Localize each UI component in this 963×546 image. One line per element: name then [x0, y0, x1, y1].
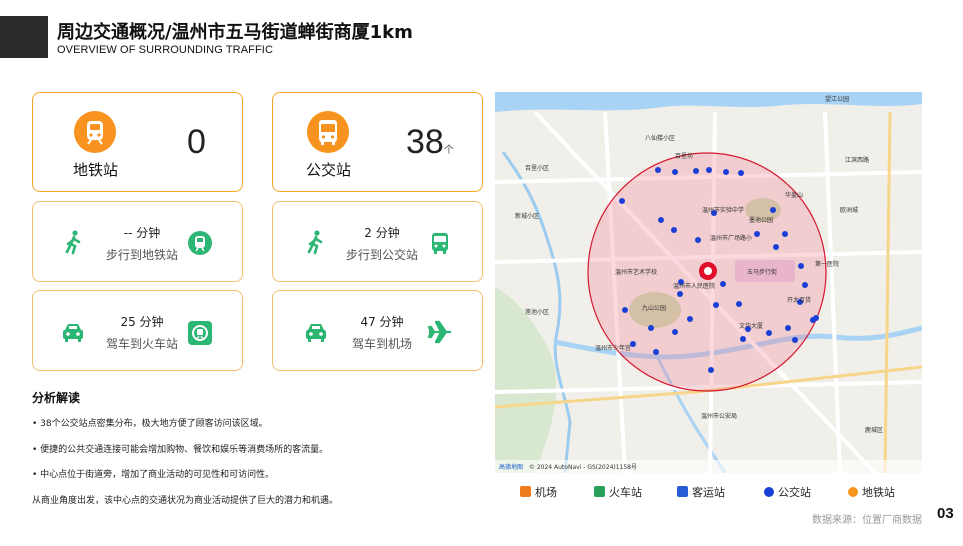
- page-number: 03: [937, 505, 954, 522]
- svg-text:江滨西路: 江滨西路: [845, 156, 869, 164]
- legend-label: 客运站: [692, 486, 725, 499]
- header-accent-block: [0, 16, 48, 58]
- map-view[interactable]: 八仙楼小区 百里坊 温州市实验中学 墨池公园 温州市广场路小 五马步行街 九山公…: [495, 92, 922, 473]
- map-logo-text: 高德地图: [499, 464, 524, 471]
- analysis-conclusion: 从商业角度出发，该中心点的交通状况为商业活动提供了巨大的潜力和机遇。: [32, 496, 339, 506]
- metro-icon: [74, 111, 116, 153]
- svg-text:欧洲城: 欧洲城: [840, 206, 858, 214]
- svg-text:第一医院: 第一医院: [815, 260, 839, 268]
- analysis-bullet: • 中心点位于街道旁，增加了商业活动的可见性和可访问性。: [32, 470, 275, 480]
- center-pin-marker: [699, 262, 717, 280]
- legend-bus-stop: 公交站: [764, 484, 811, 500]
- plane-icon: [427, 319, 453, 345]
- slide-page: 周边交通概况/温州市五马街道蝉街商厦1km OVERVIEW OF SURROU…: [0, 0, 963, 546]
- river-water: [495, 92, 922, 112]
- metro-icon: [187, 230, 213, 256]
- svg-text:温州市艺术学校: 温州市艺术学校: [615, 268, 657, 276]
- bus-count-wrap: 38个: [406, 123, 454, 162]
- bus-stop-dot-icon: [764, 487, 774, 497]
- coach-station-icon: [677, 486, 688, 497]
- svg-text:开太百货: 开太百货: [787, 296, 811, 304]
- bus-count: 38: [406, 123, 444, 161]
- svg-text:莲池小区: 莲池小区: [525, 308, 549, 316]
- walk-metro-card: -- 分钟 步行到地铁站: [32, 201, 243, 282]
- legend-label: 火车站: [609, 486, 642, 499]
- map-canvas: 八仙楼小区 百里坊 温州市实验中学 墨池公园 温州市广场路小 五马步行街 九山公…: [495, 92, 922, 473]
- svg-text:望江公园: 望江公园: [825, 95, 849, 103]
- bus-label: 公交站: [306, 161, 352, 179]
- svg-text:华盖山: 华盖山: [785, 191, 803, 199]
- train-station-icon: [594, 486, 605, 497]
- map-attribution: © 2024 AutoNavi - GS(2024)1158号: [528, 464, 637, 471]
- bus-icon: [427, 230, 453, 256]
- analysis-bullet: • 38个公交站点密集分布，极大地方便了顾客访问该区域。: [32, 419, 268, 429]
- drive-airport-card: 47 分钟 驾车到机场: [272, 290, 483, 371]
- analysis-bullet: • 便捷的公共交通连接可能会增加购物、餐饮和娱乐等消费场所的客流量。: [32, 445, 329, 455]
- legend-label: 公交站: [778, 486, 811, 499]
- analysis-title: 分析解读: [32, 391, 81, 405]
- page-title: 周边交通概况/温州市五马街道蝉街商厦1km: [57, 22, 413, 43]
- legend-airport: 机场: [520, 484, 557, 500]
- bus-icon: [307, 111, 349, 153]
- metro-station-dot-icon: [848, 487, 858, 497]
- svg-text:温州市公安局: 温州市公安局: [701, 412, 737, 420]
- svg-text:鹿城区: 鹿城区: [865, 426, 883, 434]
- metro-count: 0: [187, 123, 206, 161]
- svg-text:九山公园: 九山公园: [642, 304, 666, 312]
- map-logo: 高德地图 © 2024 AutoNavi - GS(2024)1158号: [499, 462, 637, 471]
- walk-bus-card: 2 分钟 步行到公交站: [272, 201, 483, 282]
- svg-text:温州市实验中学: 温州市实验中学: [702, 206, 744, 214]
- drive-train-card: 25 分钟 驾车到火车站: [32, 290, 243, 371]
- bus-count-unit: 个: [443, 145, 454, 156]
- svg-text:五马步行街: 五马步行街: [747, 268, 777, 276]
- svg-text:温州市广场路小: 温州市广场路小: [710, 234, 752, 242]
- metro-label: 地铁站: [73, 161, 119, 179]
- legend-train-station: 火车站: [594, 484, 642, 500]
- svg-text:文华大厦: 文华大厦: [739, 322, 763, 330]
- legend-label: 地铁站: [862, 486, 895, 499]
- legend-label: 机场: [535, 486, 557, 499]
- train-icon: [187, 320, 213, 346]
- bus-summary-card: 公交站 38个: [272, 92, 483, 192]
- svg-text:八仙楼小区: 八仙楼小区: [645, 134, 675, 142]
- airport-icon: [520, 486, 531, 497]
- legend-metro-station: 地铁站: [848, 484, 895, 500]
- svg-text:百里小区: 百里小区: [525, 164, 549, 172]
- svg-text:墨池公园: 墨池公园: [749, 216, 773, 224]
- page-subtitle: OVERVIEW OF SURROUNDING TRAFFIC: [57, 44, 273, 56]
- svg-text:温州市人民医院: 温州市人民医院: [673, 282, 715, 290]
- svg-text:温州市少年宫: 温州市少年宫: [595, 344, 631, 352]
- svg-text:新城小区: 新城小区: [515, 212, 539, 220]
- legend-coach-station: 客运站: [677, 484, 725, 500]
- data-source: 数据来源：位置厂商数据: [812, 515, 922, 526]
- metro-summary-card: 地铁站 0: [32, 92, 243, 192]
- svg-text:百里坊: 百里坊: [675, 152, 693, 160]
